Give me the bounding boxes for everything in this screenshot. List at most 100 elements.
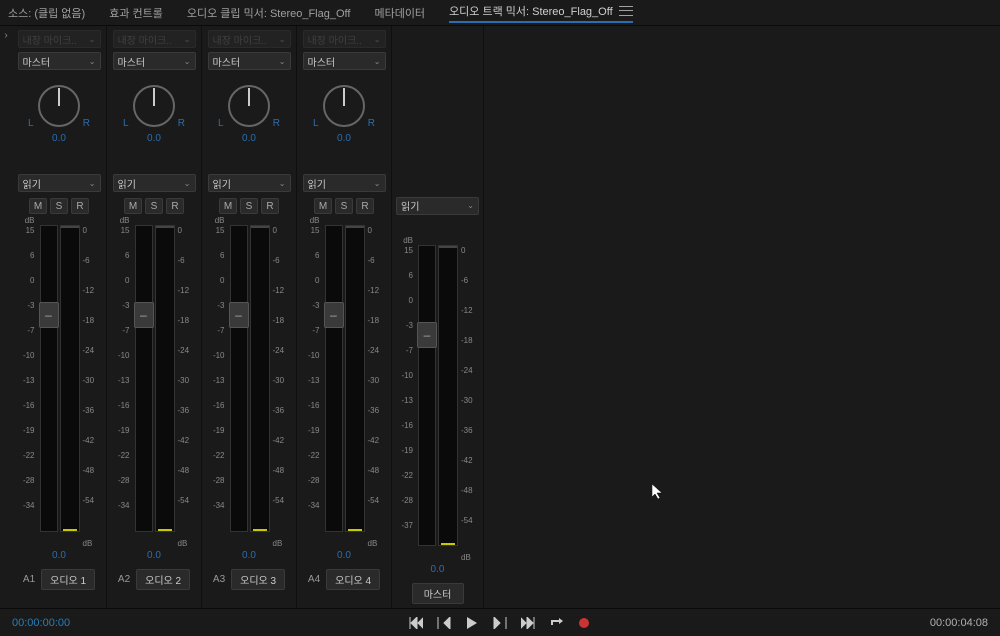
master-track: 읽기⌄ dB1560-3-7-10-13-16-19-22-28-37 0-6-… [392,26,484,608]
fader-value[interactable]: 0.0 [242,550,256,561]
loop-button[interactable] [548,615,564,631]
fader-scale: dB1560-3-7-10-13-16-19-22-28-34 [208,222,228,546]
level-meter [345,225,365,532]
level-meter [155,225,175,532]
go-to-in-button[interactable] [408,615,424,631]
meter-scale: 0-6-12-18-24-30-36-42-48-54dB [175,222,195,546]
mute-button[interactable]: M [29,198,47,214]
record-button[interactable] [576,615,592,631]
fader-handle[interactable] [417,322,437,348]
play-button[interactable] [464,615,480,631]
record-arm-button[interactable]: R [356,198,374,214]
pan-knob[interactable] [225,82,273,130]
audio-track-3: 내장 마이크..⌄ 마스터⌄ LR 0.0 읽기⌄ M S R dB1560-3… [202,26,297,608]
tab-source[interactable]: 소스: (클립 없음) [8,5,85,21]
fader-track[interactable] [418,245,436,546]
audio-track-2: 내장 마이크..⌄ 마스터⌄ LR 0.0 읽기⌄ M S R dB1560-3… [107,26,202,608]
solo-button[interactable]: S [50,198,68,214]
expand-toggle[interactable]: › [0,26,12,608]
timecode-current[interactable]: 00:00:00:00 [12,617,70,629]
timecode-duration: 00:00:04:08 [930,617,988,629]
fader-value[interactable]: 0.0 [337,550,351,561]
step-forward-button[interactable] [492,615,508,631]
record-arm-button[interactable]: R [71,198,89,214]
input-select[interactable]: 내장 마이크..⌄ [113,30,196,48]
track-name[interactable]: 오디오 2 [136,569,190,590]
track-name[interactable]: 마스터 [412,583,464,604]
meter-scale: 0-6-12-18-24-30-36-42-48-54dB [458,242,478,560]
output-select[interactable]: 마스터⌄ [208,52,291,70]
tab-effects[interactable]: 효과 컨트롤 [109,5,163,21]
automation-mode-select[interactable]: 읽기⌄ [303,174,386,192]
fader-area: dB1560-3-7-10-13-16-19-22-28-37 0-6-12-1… [396,242,479,560]
fader-scale: dB1560-3-7-10-13-16-19-22-28-37 [396,242,416,560]
track-name[interactable]: 오디오 4 [326,569,380,590]
output-select[interactable]: 마스터⌄ [18,52,101,70]
level-meter [250,225,270,532]
fader-track[interactable] [325,225,343,532]
meter-scale: 0-6-12-18-24-30-36-42-48-54dB [80,222,100,546]
mute-button[interactable]: M [124,198,142,214]
track-name[interactable]: 오디오 3 [231,569,285,590]
automation-mode-select[interactable]: 읽기⌄ [208,174,291,192]
audio-track-1: 내장 마이크..⌄ 마스터⌄ LR 0.0 읽기⌄ M S R dB1560-3… [12,26,107,608]
pan-value[interactable]: 0.0 [52,133,66,144]
input-select[interactable]: 내장 마이크..⌄ [18,30,101,48]
pan-knob[interactable] [35,82,83,130]
record-arm-button[interactable]: R [166,198,184,214]
input-select[interactable]: 내장 마이크..⌄ [208,30,291,48]
automation-mode-select[interactable]: 읽기⌄ [113,174,196,192]
fader-scale: dB1560-3-7-10-13-16-19-22-28-34 [113,222,133,546]
fader-handle[interactable] [134,302,154,328]
fader-scale: dB1560-3-7-10-13-16-19-22-28-34 [303,222,323,546]
track-id: A3 [213,574,225,585]
fader-track[interactable] [135,225,153,532]
pan-value[interactable]: 0.0 [337,133,351,144]
pan-knob[interactable] [130,82,178,130]
mixer-body: › 내장 마이크..⌄ 마스터⌄ LR 0.0 읽기⌄ M S R dB1560… [0,26,1000,608]
track-id: A4 [308,574,320,585]
fader-handle[interactable] [324,302,344,328]
fader-area: dB1560-3-7-10-13-16-19-22-28-34 0-6-12-1… [303,222,386,546]
tab-clip-mixer[interactable]: 오디오 클립 믹서: Stereo_Flag_Off [187,5,351,21]
transport-bar: 00:00:00:00 00:00:04:08 [0,608,1000,636]
output-select[interactable]: 마스터⌄ [113,52,196,70]
fader-handle[interactable] [39,302,59,328]
automation-mode-select[interactable]: 읽기⌄ [18,174,101,192]
mute-button[interactable]: M [314,198,332,214]
solo-button[interactable]: S [335,198,353,214]
record-arm-button[interactable]: R [261,198,279,214]
tab-track-mixer[interactable]: 오디오 트랙 믹서: Stereo_Flag_Off [449,3,633,19]
fader-area: dB1560-3-7-10-13-16-19-22-28-34 0-6-12-1… [18,222,101,546]
track-id: A1 [23,574,35,585]
step-back-button[interactable] [436,615,452,631]
fader-scale: dB1560-3-7-10-13-16-19-22-28-34 [18,222,38,546]
output-select[interactable]: 마스터⌄ [303,52,386,70]
go-to-out-button[interactable] [520,615,536,631]
solo-button[interactable]: S [240,198,258,214]
fader-track[interactable] [230,225,248,532]
automation-mode-select[interactable]: 읽기⌄ [396,197,479,215]
meter-scale: 0-6-12-18-24-30-36-42-48-54dB [365,222,385,546]
pan-value[interactable]: 0.0 [242,133,256,144]
fader-area: dB1560-3-7-10-13-16-19-22-28-34 0-6-12-1… [208,222,291,546]
mute-button[interactable]: M [219,198,237,214]
fader-area: dB1560-3-7-10-13-16-19-22-28-34 0-6-12-1… [113,222,196,546]
fader-track[interactable] [40,225,58,532]
cursor-icon [652,484,668,503]
input-select[interactable]: 내장 마이크..⌄ [303,30,386,48]
fader-value[interactable]: 0.0 [147,550,161,561]
audio-track-4: 내장 마이크..⌄ 마스터⌄ LR 0.0 읽기⌄ M S R dB1560-3… [297,26,392,608]
panel-menu-icon[interactable] [619,6,633,16]
track-name[interactable]: 오디오 1 [41,569,95,590]
fader-handle[interactable] [229,302,249,328]
tab-metadata[interactable]: 메타데이터 [374,5,425,21]
level-meter [438,245,458,546]
fader-value[interactable]: 0.0 [431,564,445,575]
level-meter [60,225,80,532]
pan-value[interactable]: 0.0 [147,133,161,144]
pan-knob[interactable] [320,82,368,130]
solo-button[interactable]: S [145,198,163,214]
fader-value[interactable]: 0.0 [52,550,66,561]
track-id: A2 [118,574,130,585]
